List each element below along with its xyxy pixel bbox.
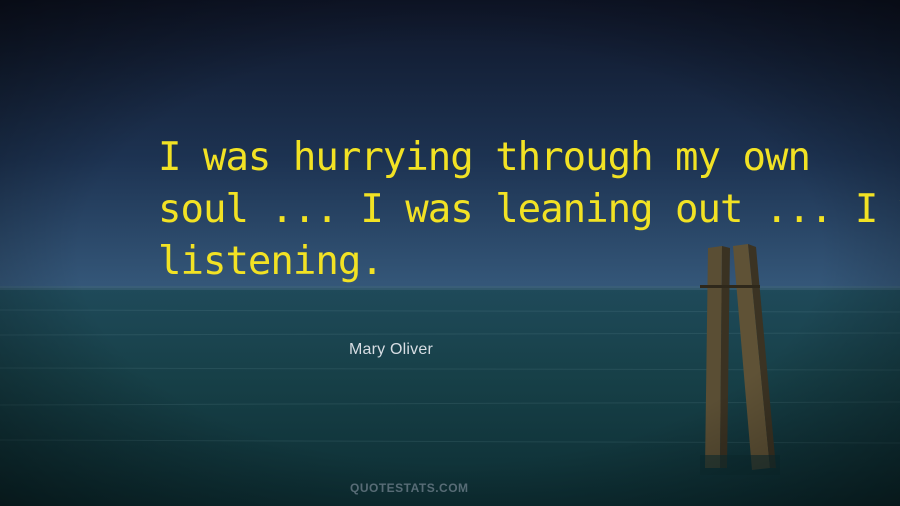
quote-text: I was hurrying through my own soul ... I…: [158, 132, 900, 288]
quote-line: listening.: [158, 239, 384, 284]
quote-line: I was hurrying through my own: [158, 135, 811, 180]
site-watermark: QUOTESTATS.COM: [350, 481, 469, 495]
quote-card: I was hurrying through my own soul ... I…: [0, 0, 900, 506]
quote-line: soul ... I was leaning out ... I was: [158, 187, 900, 232]
quote-author: Mary Oliver: [349, 341, 433, 358]
